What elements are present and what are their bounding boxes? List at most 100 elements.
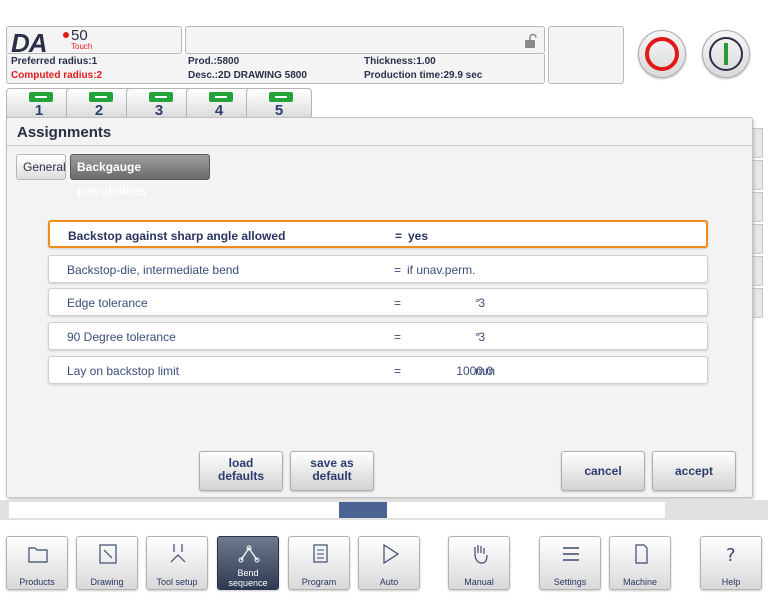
- param-row-intermediate-bend[interactable]: Backstop-die, intermediate bend = if una…: [48, 255, 708, 283]
- nav-tool-setup[interactable]: Tool setup: [146, 536, 208, 590]
- position-track[interactable]: [9, 502, 665, 518]
- brand-dot: [63, 32, 69, 38]
- nav-manual[interactable]: Manual: [448, 536, 510, 590]
- button-label: load: [228, 456, 254, 470]
- hand-icon: [474, 545, 488, 564]
- machine-icon: [635, 544, 648, 564]
- param-label: 90 Degree tolerance: [67, 330, 176, 344]
- param-unit: °: [475, 330, 480, 344]
- tool-setup-icon: [170, 544, 186, 563]
- side-tab[interactable]: [753, 288, 763, 318]
- side-tab[interactable]: [753, 128, 763, 158]
- lock-open-icon[interactable]: [522, 33, 538, 49]
- play-icon: [383, 543, 400, 565]
- bend-tab-3[interactable]: 3: [126, 88, 192, 119]
- assignments-dialog: Assignments General Backgauge possibilit…: [6, 117, 753, 498]
- param-equals: =: [394, 296, 402, 310]
- bend-tab-5[interactable]: 5: [246, 88, 312, 119]
- nav-settings[interactable]: Settings: [539, 536, 601, 590]
- bend-tab-2[interactable]: 2: [66, 88, 132, 119]
- param-label: Lay on backstop limit: [67, 364, 180, 378]
- product-info: Preferred radius:1 Computed radius:2 Pro…: [6, 54, 545, 84]
- param-label: Backstop against sharp angle allowed: [68, 229, 286, 243]
- param-label: Backstop-die, intermediate bend: [67, 263, 240, 277]
- stop-icon: [645, 37, 679, 71]
- position-strip: [0, 500, 768, 520]
- bend-icon: [209, 92, 233, 102]
- svg-text:?: ?: [726, 545, 736, 566]
- computed-radius: Computed radius:2: [11, 70, 103, 81]
- program-icon: [313, 544, 328, 563]
- cancel-button[interactable]: cancel: [561, 451, 645, 491]
- start-button[interactable]: [702, 30, 750, 78]
- nav-label: Bend sequence: [228, 568, 268, 588]
- param-row-edge-tolerance[interactable]: Edge tolerance = 3 °: [48, 288, 708, 316]
- bend-sequence-icon: [238, 545, 260, 563]
- bend-icon: [149, 92, 173, 102]
- param-equals: =: [394, 364, 402, 378]
- nav-bend-sequence[interactable]: Bend sequence: [217, 536, 279, 590]
- param-equals: =: [395, 229, 403, 243]
- param-row-90-degree-tolerance[interactable]: 90 Degree tolerance = 3 °: [48, 322, 708, 350]
- side-tab[interactable]: [753, 192, 763, 222]
- param-unit: °: [475, 296, 480, 310]
- help-icon: ?: [726, 545, 736, 566]
- tab-general[interactable]: General: [16, 154, 66, 180]
- param-value: 3: [478, 330, 485, 344]
- status-box: [548, 26, 624, 84]
- tab-backgauge-possibilities[interactable]: Backgauge possibilities: [70, 154, 210, 198]
- accept-button[interactable]: accept: [652, 451, 736, 491]
- settings-icon: [563, 547, 579, 561]
- nav-label: Settings: [553, 577, 587, 587]
- nav-label: Program: [301, 577, 337, 587]
- folder-icon: [28, 547, 48, 563]
- brand-sub: Touch: [71, 42, 93, 51]
- bend-icon: [89, 92, 113, 102]
- nav-label: Drawing: [90, 577, 124, 587]
- side-tab[interactable]: [753, 256, 763, 286]
- param-value: yes: [408, 229, 429, 243]
- message-box: [185, 26, 545, 54]
- production-time: Production time:29.9 sec: [364, 70, 483, 81]
- drawing-icon: [99, 544, 117, 564]
- param-equals: =: [394, 263, 402, 277]
- nav-label: Products: [19, 577, 55, 587]
- button-label: save as: [310, 456, 354, 470]
- load-defaults-button[interactable]: load defaults: [199, 451, 283, 491]
- param-value: 3: [478, 296, 485, 310]
- button-label: defaults: [217, 469, 264, 483]
- param-unit: mm: [475, 364, 495, 378]
- param-label: Edge tolerance: [67, 296, 148, 310]
- nav-machine[interactable]: Machine: [609, 536, 671, 590]
- param-equals: =: [394, 330, 402, 344]
- product-number: Prod.:5800: [188, 56, 240, 67]
- nav-program[interactable]: Program: [288, 536, 350, 590]
- nav-auto[interactable]: Auto: [358, 536, 420, 590]
- nav-drawing[interactable]: Drawing: [76, 536, 138, 590]
- bend-tab-4[interactable]: 4: [186, 88, 252, 119]
- nav-label: Machine: [622, 577, 658, 587]
- brand-box: DA 50 Touch: [6, 26, 182, 58]
- bend-icon: [29, 92, 53, 102]
- side-tab[interactable]: [753, 160, 763, 190]
- product-description: Desc.:2D DRAWING 5800: [188, 70, 307, 81]
- nav-products[interactable]: Products: [6, 536, 68, 590]
- divider: [7, 145, 752, 146]
- param-row-sharp-angle[interactable]: Backstop against sharp angle allowed = y…: [48, 220, 708, 248]
- nav-help[interactable]: ? Help: [700, 536, 762, 590]
- bend-tab-1[interactable]: 1: [6, 88, 72, 119]
- position-marker[interactable]: [339, 502, 387, 518]
- start-bar: [724, 43, 728, 65]
- save-as-default-button[interactable]: save as default: [290, 451, 374, 491]
- nav-label: Auto: [379, 577, 399, 587]
- bend-icon: [269, 92, 293, 102]
- dialog-title: Assignments: [17, 124, 112, 141]
- thickness: Thickness:1.00: [364, 56, 436, 67]
- nav-label: Tool setup: [156, 577, 198, 587]
- stop-button[interactable]: [638, 30, 686, 78]
- button-label: default: [312, 469, 352, 483]
- param-row-lay-on-backstop-limit[interactable]: Lay on backstop limit = 1000.0 mm: [48, 356, 708, 384]
- side-tab[interactable]: [753, 224, 763, 254]
- param-value: if unav.perm.: [407, 263, 476, 277]
- nav-label: Help: [721, 577, 741, 587]
